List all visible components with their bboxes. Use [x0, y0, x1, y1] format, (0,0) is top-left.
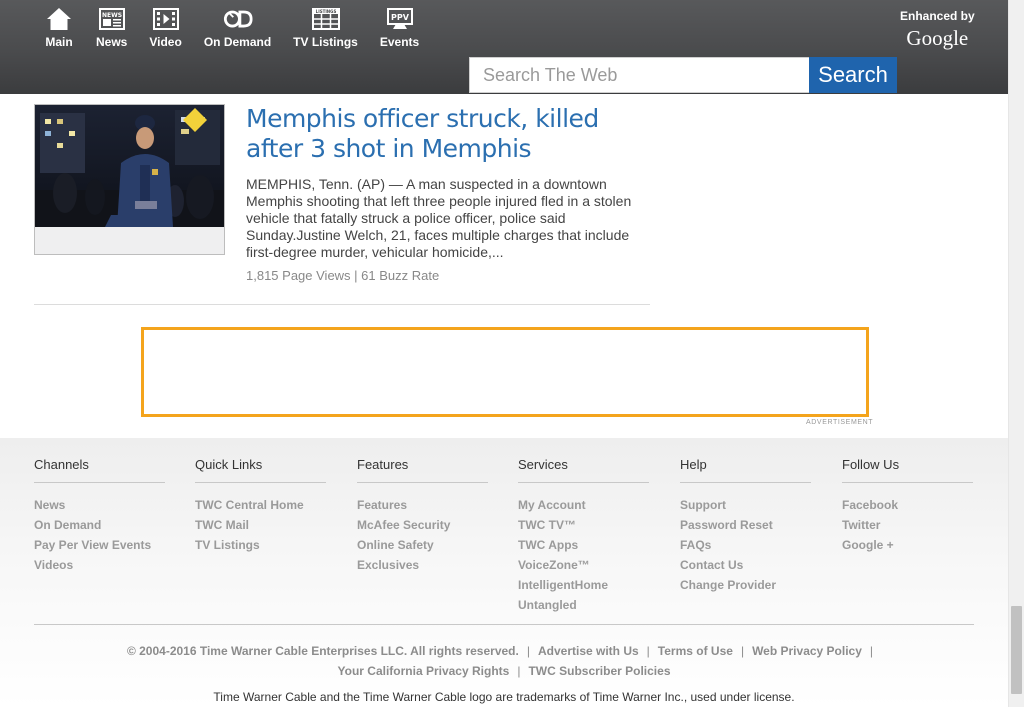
- web-search: Search: [469, 57, 897, 93]
- nav-video-label: Video: [149, 35, 182, 49]
- separator: |: [869, 644, 874, 658]
- nav-on-demand-label: On Demand: [203, 35, 272, 49]
- privacy-policy-link[interactable]: Web Privacy Policy: [752, 644, 862, 658]
- video-icon: [151, 7, 181, 31]
- footer-link[interactable]: News: [34, 495, 165, 515]
- nav-main[interactable]: Main: [44, 7, 74, 49]
- footer-link[interactable]: Password Reset: [680, 515, 811, 535]
- footer-link[interactable]: TWC Apps: [518, 535, 649, 555]
- ppv-events-icon: PPV: [385, 7, 415, 31]
- home-icon: [44, 7, 74, 31]
- footer-link[interactable]: On Demand: [34, 515, 165, 535]
- enhanced-by-label: Enhanced by: [900, 9, 975, 23]
- copyright-text: © 2004-2016 Time Warner Cable Enterprise…: [126, 644, 519, 658]
- footer-column-title: Services: [518, 457, 649, 483]
- footer-link[interactable]: Videos: [34, 555, 165, 575]
- advertisement-banner[interactable]: [141, 327, 869, 417]
- on-demand-icon: [223, 7, 253, 31]
- main-nav: Main NEWS News Video On Demand LISTINGS …: [44, 7, 441, 49]
- separator: |: [646, 644, 650, 658]
- footer-column-title: Follow Us: [842, 457, 973, 483]
- advertisement-label: ADVERTISEMENT: [806, 419, 874, 426]
- nav-tv-listings-label: TV Listings: [293, 35, 358, 49]
- footer-link[interactable]: TWC Central Home: [195, 495, 326, 515]
- tv-listings-icon: LISTINGS: [311, 7, 341, 31]
- article-thumbnail[interactable]: [34, 104, 225, 255]
- footer-link[interactable]: TWC TV™: [518, 515, 649, 535]
- footer-link[interactable]: Twitter: [842, 515, 973, 535]
- footer-link[interactable]: VoiceZone™: [518, 555, 649, 575]
- subscriber-policies-link[interactable]: TWC Subscriber Policies: [528, 664, 670, 678]
- search-button[interactable]: Search: [809, 57, 897, 93]
- nav-events[interactable]: PPV Events: [380, 7, 419, 49]
- footer-column-follow-us: Follow Us Facebook Twitter Google +: [842, 457, 973, 555]
- enhanced-by-google: Enhanced by Google: [900, 9, 975, 51]
- footer-column-title: Features: [357, 457, 488, 483]
- nav-main-label: Main: [45, 35, 73, 49]
- ppv-icon-text: PPV: [391, 13, 410, 22]
- tv-icon-text: LISTINGS: [315, 9, 336, 14]
- footer-column-channels: Channels News On Demand Pay Per View Eve…: [34, 457, 165, 575]
- news-icon-text: NEWS: [102, 12, 122, 19]
- footer-divider: [34, 624, 974, 625]
- footer-column-title: Quick Links: [195, 457, 326, 483]
- article-summary: MEMPHIS, Tenn. (AP) — A man suspected in…: [246, 176, 632, 260]
- footer-link[interactable]: Pay Per View Events: [34, 535, 165, 555]
- footer-link[interactable]: Support: [680, 495, 811, 515]
- nav-on-demand[interactable]: On Demand: [204, 7, 271, 49]
- nav-events-label: Events: [379, 35, 420, 49]
- legal-row: Your California Privacy Rights | TWC Subsc…: [0, 661, 1008, 681]
- footer-column-services: Services My Account TWC TV™ TWC Apps Voi…: [518, 457, 649, 615]
- footer-column-title: Help: [680, 457, 811, 483]
- footer-link[interactable]: IntelligentHome: [518, 575, 649, 595]
- california-privacy-link[interactable]: Your California Privacy Rights: [338, 664, 510, 678]
- article-stats: 1,815 Page Views | 61 Buzz Rate: [246, 268, 440, 283]
- footer-link[interactable]: Online Safety: [357, 535, 488, 555]
- footer-link[interactable]: Exclusives: [357, 555, 488, 575]
- search-input[interactable]: [469, 57, 809, 93]
- news-icon: NEWS: [97, 7, 127, 31]
- top-navigation-bar: Main NEWS News Video On Demand LISTINGS …: [0, 0, 1008, 94]
- footer-link[interactable]: TV Listings: [195, 535, 326, 555]
- advertise-link[interactable]: Advertise with Us: [538, 644, 639, 658]
- legal-links: © 2004-2016 Time Warner Cable Enterprise…: [0, 641, 1008, 681]
- article-divider: [34, 304, 650, 305]
- footer-link[interactable]: Untangled: [518, 595, 649, 615]
- google-logo: Google: [906, 26, 969, 50]
- footer-link[interactable]: Contact Us: [680, 555, 811, 575]
- article-title-link[interactable]: Memphis officer struck, killed after 3 s…: [246, 104, 656, 164]
- separator: |: [526, 644, 530, 658]
- nav-news[interactable]: NEWS News: [96, 7, 127, 49]
- site-footer: Channels News On Demand Pay Per View Eve…: [0, 438, 1008, 707]
- footer-column-title: Channels: [34, 457, 165, 483]
- footer-column-help: Help Support Password Reset FAQs Contact…: [680, 457, 811, 595]
- footer-link[interactable]: Facebook: [842, 495, 973, 515]
- footer-link[interactable]: Features: [357, 495, 488, 515]
- separator: |: [740, 644, 745, 658]
- scrollbar-thumb[interactable]: [1011, 606, 1022, 694]
- footer-link[interactable]: My Account: [518, 495, 649, 515]
- nav-tv-listings[interactable]: LISTINGS TV Listings: [293, 7, 358, 49]
- nav-video[interactable]: Video: [149, 7, 182, 49]
- footer-link[interactable]: TWC Mail: [195, 515, 326, 535]
- legal-row: © 2004-2016 Time Warner Cable Enterprise…: [0, 641, 1008, 661]
- footer-link[interactable]: FAQs: [680, 535, 811, 555]
- nav-news-label: News: [96, 35, 128, 49]
- footer-column-quick-links: Quick Links TWC Central Home TWC Mail TV…: [195, 457, 326, 555]
- footer-link[interactable]: Google +: [842, 535, 973, 555]
- separator: |: [517, 664, 521, 678]
- trademark-notice: Time Warner Cable and the Time Warner Ca…: [213, 690, 795, 704]
- footer-link[interactable]: McAfee Security: [357, 515, 488, 535]
- footer-column-features: Features Features McAfee Security Online…: [357, 457, 488, 575]
- footer-link[interactable]: Change Provider: [680, 575, 811, 595]
- page-scrollbar[interactable]: [1008, 0, 1024, 707]
- terms-link[interactable]: Terms of Use: [658, 644, 733, 658]
